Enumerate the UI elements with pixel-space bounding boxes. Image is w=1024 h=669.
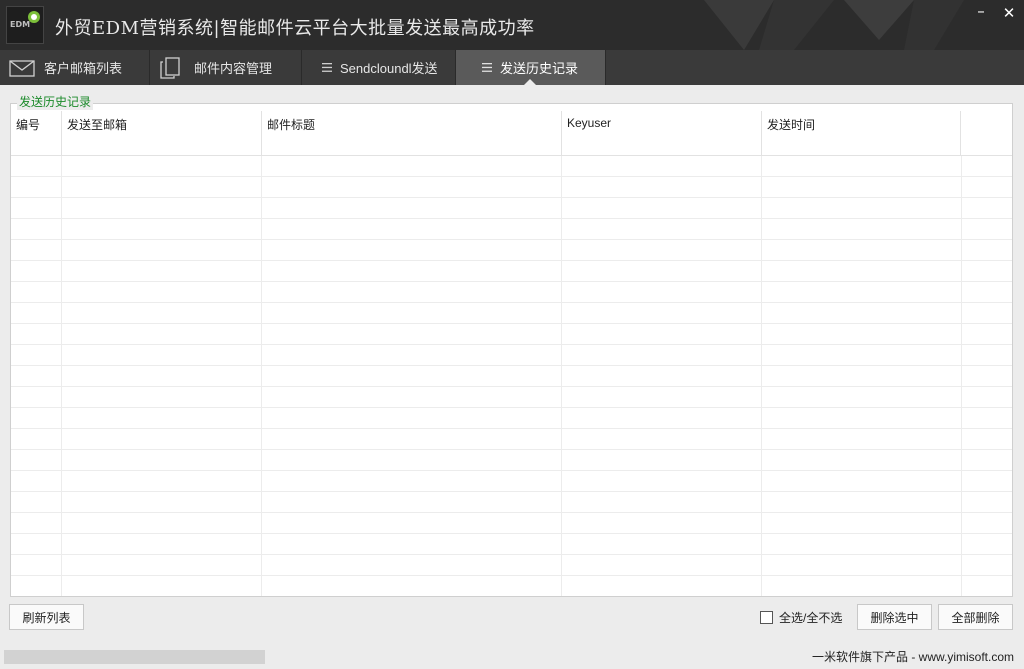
grid-row-line: [11, 344, 1012, 345]
menu-lines-icon: [322, 63, 332, 72]
select-all-toggle[interactable]: 全选/全不选: [760, 609, 842, 626]
grid-row-line: [11, 575, 1012, 576]
logo-dot: [31, 14, 37, 20]
grid-row-line: [11, 491, 1012, 492]
delete-all-button[interactable]: 全部删除: [938, 604, 1013, 630]
tab-label: Sendcloundl发送: [340, 61, 438, 76]
copy-document-icon: [158, 56, 182, 80]
status-bar: 一米软件旗下产品 - www.yimisoft.com: [0, 641, 1024, 669]
refresh-list-button[interactable]: 刷新列表: [9, 604, 84, 630]
close-button[interactable]: ✕: [1000, 4, 1018, 22]
tab-bar: 客户邮箱列表 邮件内容管理 Sendcloundl发送 发送历史记录: [0, 50, 1024, 85]
grid-row-line: [11, 260, 1012, 261]
groupbox-legend: 发送历史记录: [17, 94, 94, 110]
grid-column-line: [961, 156, 962, 596]
grid-column-line: [761, 156, 762, 596]
column-header-id[interactable]: 编号: [11, 111, 62, 156]
grid-row-line: [11, 281, 1012, 282]
grid-row-line: [11, 239, 1012, 240]
title-decoration: [704, 0, 964, 50]
delete-selected-button[interactable]: 删除选中: [857, 604, 932, 630]
history-table[interactable]: 编号 发送至邮箱 邮件标题 Keyuser 发送时间: [11, 111, 1012, 596]
logo-text: EDM: [10, 20, 31, 29]
tab-send-history[interactable]: 发送历史记录: [456, 50, 606, 85]
table-header: 编号 发送至邮箱 邮件标题 Keyuser 发送时间: [11, 111, 1012, 156]
title-bar: EDM 外贸EDM营销系统|智能邮件云平台大批量发送最高成功率 – ✕: [0, 0, 1024, 50]
tab-label: 发送历史记录: [500, 61, 579, 76]
grid-row-line: [11, 428, 1012, 429]
tab-email-content[interactable]: 邮件内容管理: [152, 50, 302, 85]
tab-sendcloud[interactable]: Sendcloundl发送: [304, 50, 456, 85]
grid-row-line: [11, 407, 1012, 408]
grid-row-line: [11, 323, 1012, 324]
tab-customer-emails[interactable]: 客户邮箱列表: [0, 50, 150, 85]
grid-column-line: [561, 156, 562, 596]
column-header-filler: [961, 111, 1012, 156]
grid-row-line: [11, 176, 1012, 177]
tab-label: 邮件内容管理: [194, 61, 273, 76]
column-header-keyuser[interactable]: Keyuser: [562, 111, 762, 156]
grid-row-line: [11, 365, 1012, 366]
grid-row-line: [11, 302, 1012, 303]
column-header-send-time[interactable]: 发送时间: [762, 111, 961, 156]
grid-row-line: [11, 386, 1012, 387]
select-all-label: 全选/全不选: [779, 611, 843, 625]
credit-text: 一米软件旗下产品 - www.yimisoft.com: [811, 650, 1014, 664]
minimize-button[interactable]: –: [972, 2, 990, 20]
grid-row-line: [11, 512, 1012, 513]
grid-row-line: [11, 554, 1012, 555]
column-header-subject[interactable]: 邮件标题: [262, 111, 562, 156]
grid-row-line: [11, 449, 1012, 450]
grid-column-line: [61, 156, 62, 596]
envelope-icon: [8, 58, 36, 78]
app-title: 外贸EDM营销系统|智能邮件云平台大批量发送最高成功率: [55, 18, 535, 39]
grid-row-line: [11, 470, 1012, 471]
grid-column-line: [261, 156, 262, 596]
column-header-to-email[interactable]: 发送至邮箱: [62, 111, 262, 156]
menu-lines-icon: [482, 63, 492, 72]
grid-row-line: [11, 218, 1012, 219]
grid-row-line: [11, 533, 1012, 534]
select-all-checkbox[interactable]: [760, 611, 773, 624]
app-logo: EDM: [6, 6, 44, 44]
tab-label: 客户邮箱列表: [44, 61, 123, 76]
grid-row-line: [11, 197, 1012, 198]
progress-bar: [4, 650, 265, 664]
